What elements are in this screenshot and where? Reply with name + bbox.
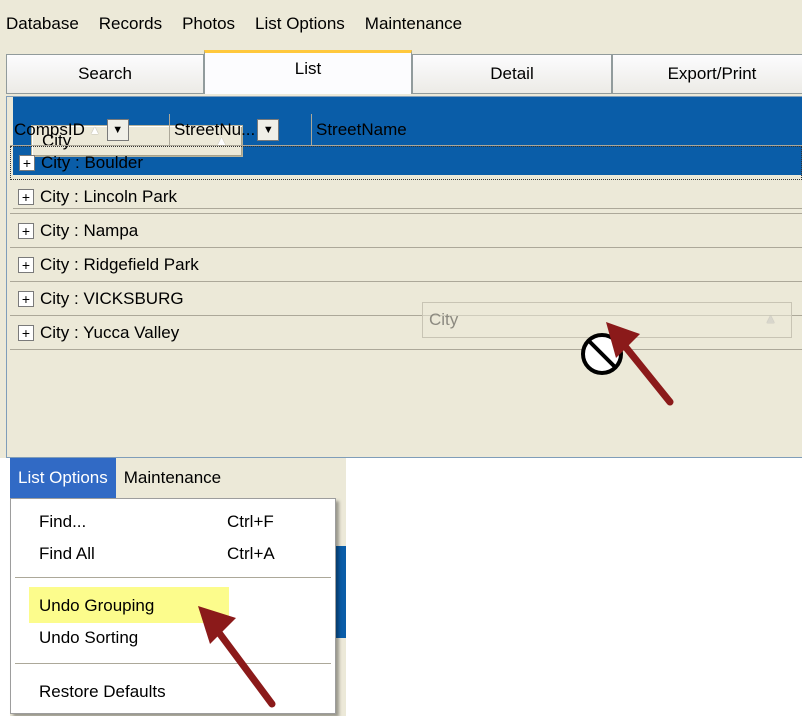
group-row[interactable]: + City : Ridgefield Park [10, 248, 802, 282]
tab-strip: Search List Detail Export/Print [6, 50, 802, 96]
tab-list[interactable]: List [204, 50, 412, 94]
expand-plus-icon[interactable]: + [18, 256, 34, 273]
annotation-arrow-icon [606, 322, 674, 406]
expand-plus-icon[interactable]: + [19, 155, 35, 171]
menu-list-options[interactable]: List Options [255, 14, 345, 34]
group-row-label: City : VICKSBURG [40, 288, 184, 308]
annotation-arrow-icon [198, 606, 276, 708]
menu-maintenance[interactable]: Maintenance [116, 458, 229, 498]
menu-item-label: Undo Grouping [39, 596, 155, 615]
group-row-label: City : Lincoln Park [40, 186, 177, 206]
menu-item-shortcut: Ctrl+A [227, 544, 275, 563]
menu-separator [15, 663, 331, 664]
tab-export-print[interactable]: Export/Print [612, 54, 802, 94]
group-row[interactable]: + City : Nampa [10, 214, 802, 248]
expand-plus-icon[interactable]: + [18, 222, 34, 239]
expand-plus-icon[interactable]: + [18, 188, 34, 205]
sort-ascending-icon: ▲ [764, 311, 777, 326]
list-options-dropdown: Find... Ctrl+F Find All Ctrl+A Undo Grou… [10, 498, 336, 714]
group-row[interactable]: + City : Boulder [10, 146, 802, 180]
column-header-label: StreetNu... [174, 119, 256, 139]
drag-ghost-label: City [429, 310, 459, 329]
column-header-compsid[interactable]: CompsID ▲ ▼ [10, 113, 170, 146]
filter-dropdown-icon[interactable]: ▼ [106, 118, 129, 141]
menu-photos[interactable]: Photos [182, 14, 235, 34]
popup-menubar: List Options Maintenance [10, 458, 346, 498]
group-row-label: City : Boulder [41, 153, 144, 172]
menu-item-shortcut: Ctrl+F [227, 512, 274, 531]
menu-records[interactable]: Records [99, 14, 162, 34]
menu-item-restore-defaults[interactable]: Restore Defaults [39, 677, 329, 707]
menu-item-label: Undo Sorting [39, 628, 139, 647]
column-header-label: StreetName [316, 119, 407, 139]
tab-detail[interactable]: Detail [412, 54, 612, 94]
menu-item-label: Restore Defaults [39, 682, 166, 701]
group-row-label: City : Nampa [40, 220, 139, 240]
expand-plus-icon[interactable]: + [18, 290, 34, 307]
sort-ascending-icon: ▲ [88, 122, 101, 137]
group-row-label: City : Ridgefield Park [40, 254, 199, 274]
group-row-label: City : Yucca Valley [40, 322, 180, 342]
menu-database[interactable]: Database [6, 14, 79, 34]
column-header-streetnumber[interactable]: StreetNu... ▼ [170, 113, 312, 146]
menu-item-label: Find All [39, 544, 95, 563]
main-window: Database Records Photos List Options Mai… [0, 0, 802, 458]
column-header-streetname[interactable]: StreetName [312, 114, 802, 146]
menu-item-undo-sorting[interactable]: Undo Sorting [39, 623, 329, 653]
group-row[interactable]: + City : Lincoln Park [10, 180, 802, 214]
expand-plus-icon[interactable]: + [18, 324, 34, 341]
column-header-label: CompsID [14, 119, 85, 139]
menu-item-find-all[interactable]: Find All Ctrl+A [39, 539, 329, 569]
menu-separator [15, 577, 331, 578]
menu-item-label: Find... [39, 512, 87, 531]
menu-item-undo-grouping[interactable]: Undo Grouping [39, 591, 329, 621]
tab-search[interactable]: Search [6, 54, 204, 94]
column-headers: CompsID ▲ ▼ StreetNu... ▼ StreetName [10, 113, 802, 146]
menu-maintenance[interactable]: Maintenance [365, 14, 462, 34]
menu-list-options-open[interactable]: List Options [10, 458, 116, 498]
menubar: Database Records Photos List Options Mai… [0, 4, 802, 44]
filter-dropdown-icon[interactable]: ▼ [257, 118, 280, 141]
menu-item-find[interactable]: Find... Ctrl+F [39, 507, 329, 537]
